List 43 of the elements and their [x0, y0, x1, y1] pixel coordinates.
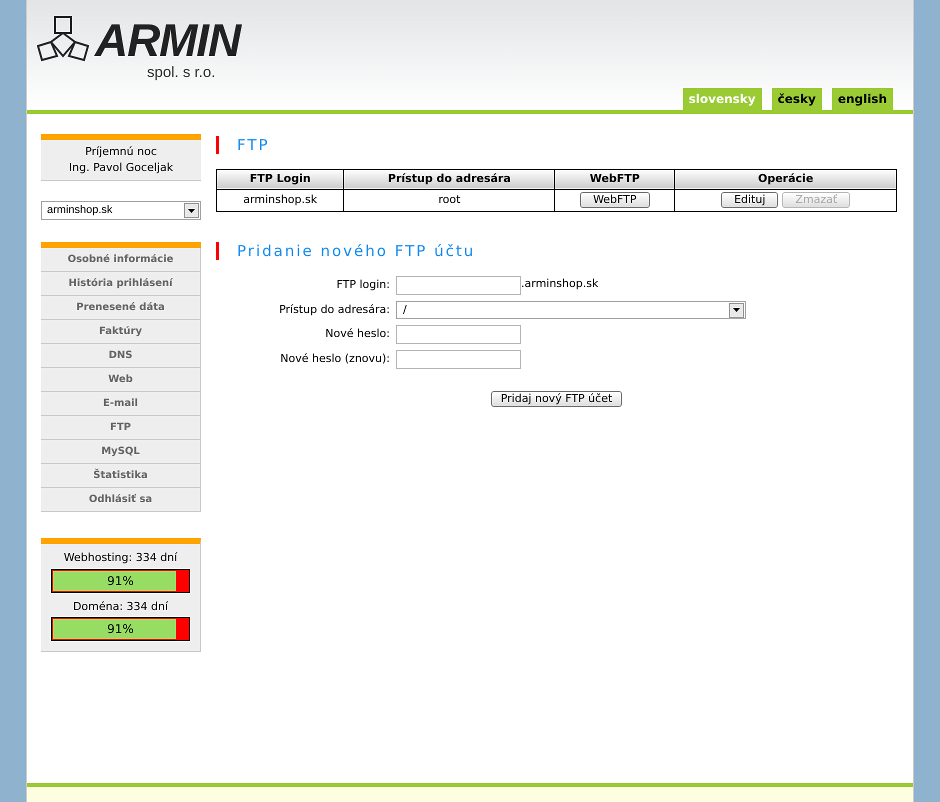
menu-item[interactable]: E-mail — [41, 392, 201, 416]
company-text: spol. s r.o. — [147, 63, 216, 83]
input-field[interactable] — [396, 350, 521, 369]
menu-item[interactable]: Prenesené dáta — [41, 296, 201, 320]
table-cell: arminshop.sk — [216, 189, 344, 211]
meter-label: Doména: 334 dní — [72, 598, 168, 614]
field-label: Prístup do adresára: — [278, 302, 390, 318]
menu-item[interactable]: Štatistika — [41, 464, 201, 488]
field-label: Nové heslo: — [324, 326, 390, 342]
meter-reading: 91% — [106, 572, 135, 590]
table-cell: root — [344, 189, 555, 211]
button[interactable]: Edituj — [721, 192, 778, 208]
menu-item[interactable]: MySQL — [41, 440, 201, 464]
meter-label: Webhosting: 334 dní — [64, 550, 178, 566]
input-field[interactable] — [396, 325, 521, 344]
directory-select[interactable]: / — [396, 301, 746, 319]
column-header: WebFTP — [554, 169, 675, 189]
menu-item[interactable]: Faktúry — [41, 320, 201, 344]
column-header: Operácie — [674, 169, 896, 189]
menu-item[interactable]: DNS — [41, 344, 201, 368]
logo-icon — [37, 16, 89, 62]
menu-item[interactable]: Odhlásiť sa — [41, 488, 201, 512]
language-tab[interactable]: english — [832, 88, 893, 110]
field-label: FTP login: — [336, 277, 390, 294]
greeting-text: Ing. Pavol Goceljak — [68, 160, 174, 176]
input-field[interactable] — [396, 276, 521, 295]
menu-item[interactable]: História prihlásení — [41, 272, 201, 296]
menu-item[interactable]: Web — [41, 368, 201, 392]
logo-text: ARMIN — [95, 18, 240, 62]
domain-select[interactable]: arminshop.sk — [41, 201, 201, 220]
button[interactable]: WebFTP — [580, 192, 650, 208]
menu-item[interactable]: Osobné informácie — [41, 248, 201, 272]
section-title: FTP — [237, 135, 270, 156]
meter-reading: 91% — [106, 621, 135, 638]
menu-item[interactable]: FTP — [41, 416, 201, 440]
greeting-text: Príjemnú noc — [84, 144, 158, 160]
add-account-button[interactable]: Pridaj nový FTP účet — [490, 391, 622, 407]
column-header: FTP Login — [216, 169, 344, 189]
language-tab[interactable]: česky — [772, 88, 822, 110]
field-label: Nové heslo (znovu): — [279, 351, 390, 368]
section-title: Pridanie nového FTP účtu — [237, 240, 476, 262]
column-header: Prístup do adresára — [344, 169, 555, 189]
domain-suffix: .arminshop.sk — [521, 276, 598, 292]
